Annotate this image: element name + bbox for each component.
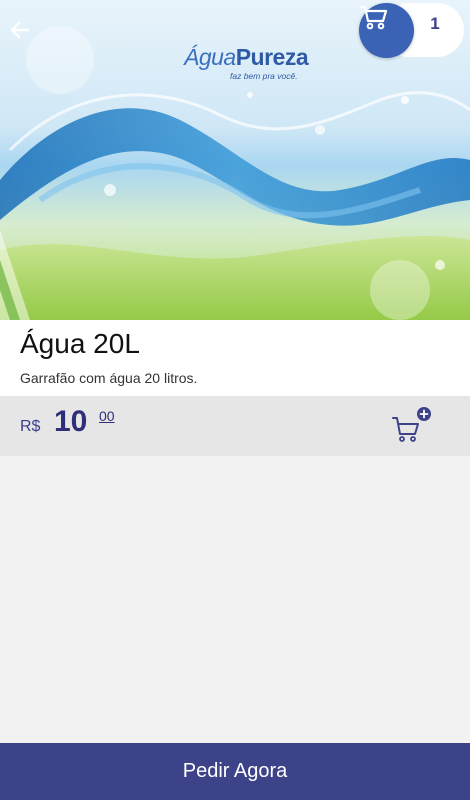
add-to-cart-button[interactable] [390, 404, 434, 448]
logo-text: ÁguaPureza [184, 44, 309, 71]
add-to-cart-icon [392, 407, 431, 442]
cart-button[interactable] [359, 3, 414, 58]
product-banner: ÁguaPureza faz bem pra você. 1 [0, 0, 470, 320]
shopping-cart-icon [359, 5, 388, 30]
logo-word-bold: Pureza [235, 44, 309, 70]
product-name: Água 20L [20, 328, 140, 359]
price-decimal: 00 [99, 408, 115, 424]
cart-count: 1 [430, 14, 440, 33]
logo-tagline: faz bem pra você. [230, 71, 298, 81]
price-integer: 10 [54, 405, 88, 438]
price-bar: R$ 10 00 [0, 396, 470, 456]
price-currency: R$ [20, 418, 41, 435]
brand-logo: ÁguaPureza faz bem pra você. [180, 44, 310, 84]
arrow-left-icon [10, 21, 30, 39]
logo-word-light: Água [184, 44, 236, 70]
product-description: Garrafão com água 20 litros. [20, 370, 198, 386]
content-area [0, 456, 470, 743]
order-now-button[interactable]: Pedir Agora [0, 743, 470, 800]
back-button[interactable] [6, 16, 34, 44]
product-info: Água 20L Garrafão com água 20 litros. [0, 320, 470, 396]
